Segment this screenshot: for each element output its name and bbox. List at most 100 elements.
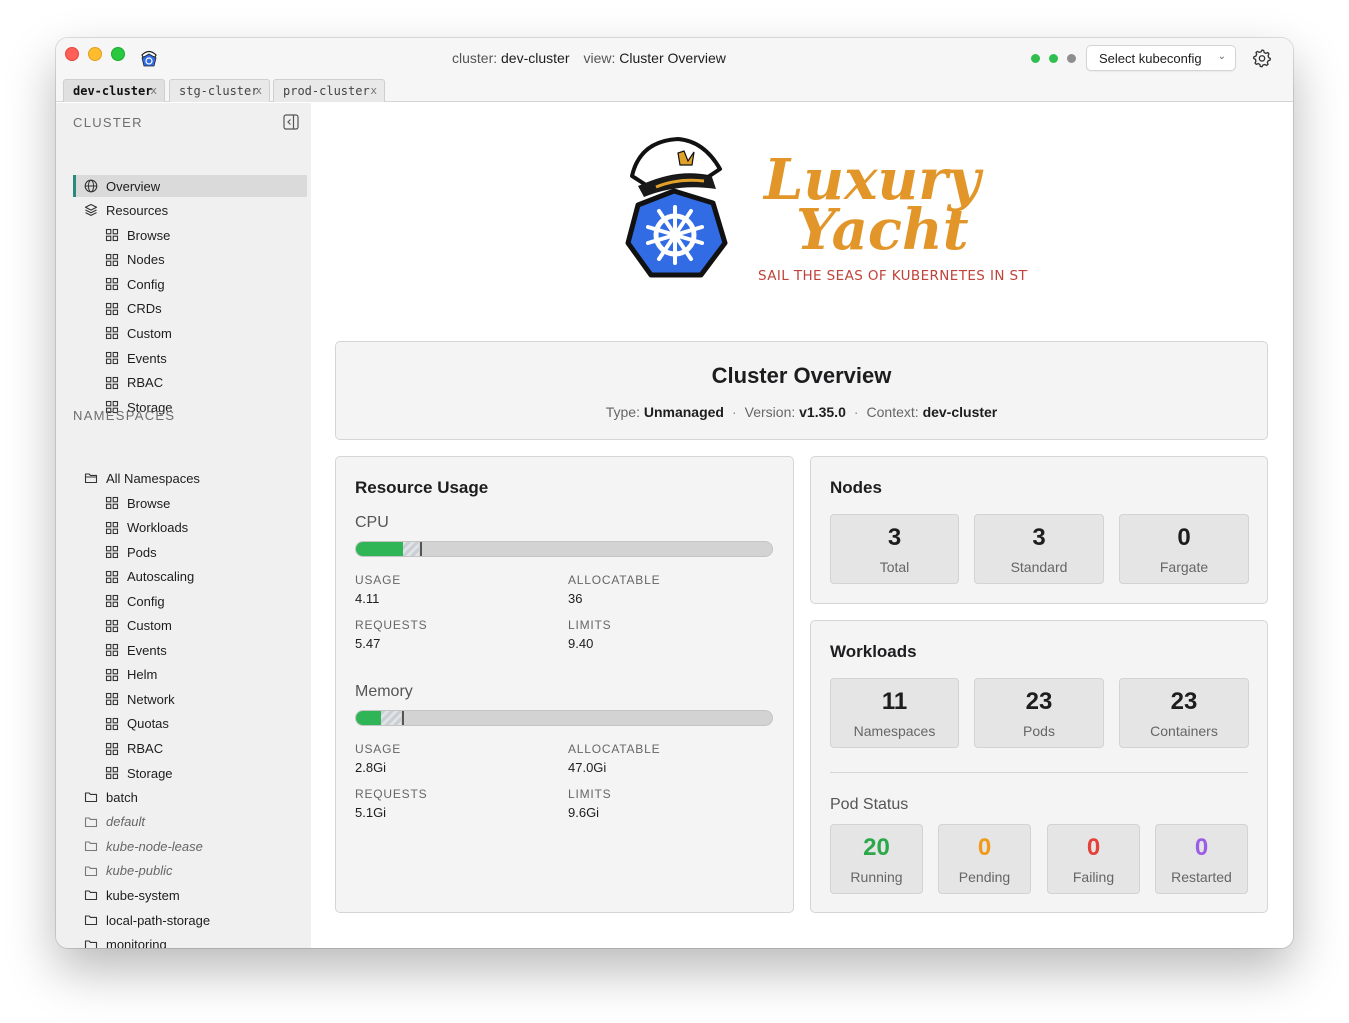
sidebar-namespace-kube-public[interactable]: kube-public xyxy=(84,860,173,882)
minimize-window-button[interactable] xyxy=(88,47,102,61)
sidebar-item-label: Storage xyxy=(127,765,173,781)
stat-label: Standard xyxy=(1010,559,1068,575)
sidebar-item-label: Config xyxy=(127,276,165,292)
grid-icon xyxy=(105,619,119,632)
memory-requests-value: 5.1Gi xyxy=(355,805,387,820)
grid-icon xyxy=(105,521,119,534)
gear-icon[interactable] xyxy=(1252,48,1272,68)
view-value: Cluster Overview xyxy=(619,50,726,66)
tab-close-button[interactable]: x xyxy=(255,84,262,97)
sidebar-item-overview[interactable]: Overview xyxy=(73,175,307,197)
stat-value: 3 xyxy=(1032,524,1046,551)
sidebar-item-resources-browse[interactable]: Browse xyxy=(105,224,170,246)
status-dot xyxy=(1067,54,1076,63)
version-value: v1.35.0 xyxy=(799,404,846,420)
cluster-label: cluster: xyxy=(452,50,498,66)
sidebar-namespace-kube-node-lease[interactable]: kube-node-lease xyxy=(84,835,203,857)
sidebar-item-ns-pods[interactable]: Pods xyxy=(105,541,157,563)
memory-allocatable-value: 47.0Gi xyxy=(568,760,607,775)
sidebar-item-ns-autoscaling[interactable]: Autoscaling xyxy=(105,566,194,588)
folder-icon xyxy=(84,915,98,926)
sidebar-item-ns-workloads[interactable]: Workloads xyxy=(105,517,188,539)
sidebar-item-ns-browse[interactable]: Browse xyxy=(105,492,170,514)
sidebar-item-ns-network[interactable]: Network xyxy=(105,688,175,710)
stat-label: Fargate xyxy=(1159,559,1209,575)
sidebar-item-label: kube-node-lease xyxy=(106,838,203,854)
sidebar-item-resources-rbac[interactable]: RBAC xyxy=(105,372,163,394)
sidebar-item-label: Autoscaling xyxy=(127,569,195,585)
sidebar-item-ns-config[interactable]: Config xyxy=(105,590,165,612)
sidebar: CLUSTER Overview Resources Browse Nodes Co… xyxy=(56,103,311,948)
cpu-limit-marker xyxy=(420,542,423,556)
sidebar-item-label: Events xyxy=(127,350,167,366)
logo-tagline: SAIL THE SEAS OF KUBERNETES IN STYLE xyxy=(758,268,1028,284)
context-label: Context: xyxy=(866,404,919,420)
sidebar-item-resources-events[interactable]: Events xyxy=(105,347,167,369)
sidebar-namespace-batch[interactable]: batch xyxy=(84,786,138,808)
kubeconfig-select[interactable]: Select kubeconfig ⌄ xyxy=(1086,45,1236,71)
sidebar-item-ns-storage[interactable]: Storage xyxy=(105,762,173,784)
close-window-button[interactable] xyxy=(65,47,79,61)
sidebar-item-label: kube-system xyxy=(106,887,180,903)
sidebar-item-resources-crds[interactable]: CRDs xyxy=(105,298,162,320)
separator: · xyxy=(731,404,737,420)
sidebar-namespace-monitoring[interactable]: monitoring xyxy=(84,934,167,948)
sidebar-item-label: Custom xyxy=(127,325,172,341)
sidebar-namespace-default[interactable]: default xyxy=(84,811,145,833)
sidebar-namespace-kube-system[interactable]: kube-system xyxy=(84,884,180,906)
stat-pods-failing: 0 Failing xyxy=(1047,824,1140,894)
main-content: Luxury Yacht SAIL THE SEAS OF KUBERNETES… xyxy=(311,103,1293,948)
tab-close-button[interactable]: x xyxy=(370,84,377,97)
layers-icon xyxy=(84,203,98,217)
sidebar-item-resources-config[interactable]: Config xyxy=(105,273,165,295)
stat-value: 0 xyxy=(977,834,992,861)
cluster-tab-bar: dev-cluster x stg-cluster x prod-cluster… xyxy=(56,78,1293,102)
logo-word-yacht: Yacht xyxy=(796,197,969,263)
type-value: Unmanaged xyxy=(643,404,724,420)
stat-value: 20 xyxy=(863,834,890,861)
stat-namespaces: 11 Namespaces xyxy=(830,678,959,748)
tab-prod-cluster[interactable]: prod-cluster x xyxy=(273,79,385,102)
globe-icon xyxy=(84,179,98,193)
sidebar-item-ns-quotas[interactable]: Quotas xyxy=(105,713,169,735)
tab-close-button[interactable]: x xyxy=(150,84,157,97)
cluster-value: dev-cluster xyxy=(501,50,570,66)
cpu-title: CPU xyxy=(355,514,389,531)
sidebar-namespace-local-path-storage[interactable]: local-path-storage xyxy=(84,909,210,931)
sidebar-item-resources-custom[interactable]: Custom xyxy=(105,322,172,344)
status-dot xyxy=(1049,54,1058,63)
app-logo-icon xyxy=(141,50,157,67)
sidebar-item-all-namespaces[interactable]: All Namespaces xyxy=(84,467,200,489)
memory-limits-value: 9.6Gi xyxy=(568,805,600,820)
cpu-requests-label: REQUESTS xyxy=(355,618,428,632)
sidebar-item-resources[interactable]: Resources xyxy=(84,199,168,221)
sidebar-item-ns-helm[interactable]: Helm xyxy=(105,664,157,686)
grid-icon xyxy=(105,668,119,681)
stat-value: 23 xyxy=(1170,688,1198,715)
tab-label: stg-cluster xyxy=(179,84,259,98)
sidebar-item-resources-nodes[interactable]: Nodes xyxy=(105,249,165,271)
stat-label: Containers xyxy=(1150,723,1218,739)
stat-label: Restarted xyxy=(1171,869,1232,885)
sidebar-item-ns-events[interactable]: Events xyxy=(105,639,167,661)
tab-stg-cluster[interactable]: stg-cluster x xyxy=(169,79,270,102)
stat-value: 0 xyxy=(1194,834,1209,861)
sidebar-item-label: Helm xyxy=(127,667,158,683)
sidebar-item-ns-custom[interactable]: Custom xyxy=(105,615,172,637)
collapse-sidebar-icon[interactable] xyxy=(283,114,299,130)
resource-usage-card: Resource Usage CPU USAGE 4.11 ALLOCATABL… xyxy=(335,456,794,913)
grid-icon xyxy=(105,253,119,266)
memory-usage-bar xyxy=(355,710,773,726)
zoom-window-button[interactable] xyxy=(111,47,125,61)
tab-label: prod-cluster xyxy=(283,84,370,98)
cpu-usage-value: 4.11 xyxy=(355,591,380,606)
tab-dev-cluster[interactable]: dev-cluster x xyxy=(63,79,165,102)
sidebar-item-label: Nodes xyxy=(127,252,165,268)
sidebar-item-label: Resources xyxy=(106,202,169,218)
window-title: cluster: dev-cluster view: Cluster Overvi… xyxy=(452,50,726,66)
sidebar-item-ns-rbac[interactable]: RBAC xyxy=(105,738,163,760)
cpu-usage-bar xyxy=(355,541,773,557)
stat-pods-pending: 0 Pending xyxy=(938,824,1031,894)
status-indicators xyxy=(1031,54,1076,63)
luxury-yacht-logo: Luxury Yacht SAIL THE SEAS OF KUBERNETES… xyxy=(625,137,1028,284)
